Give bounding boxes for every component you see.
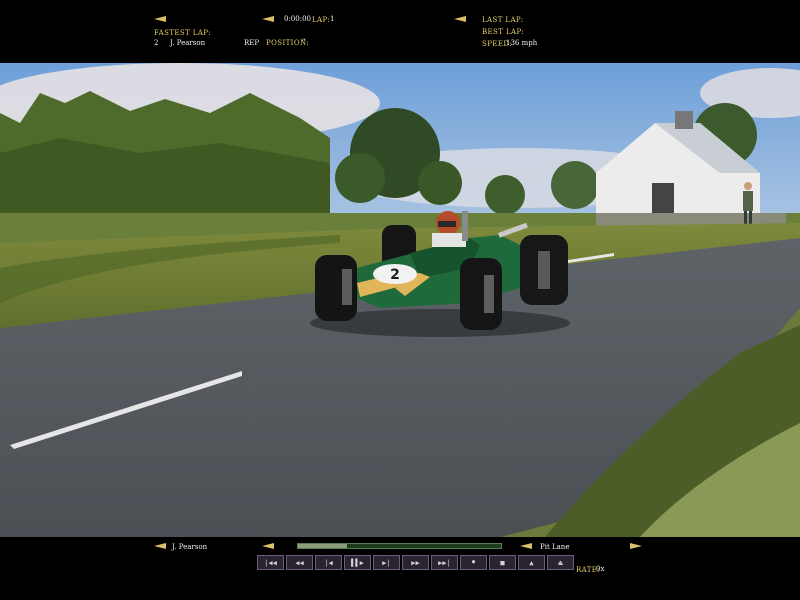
best-lap-label: Best Lap: xyxy=(482,28,525,36)
speed-value: 136 mph xyxy=(506,39,538,47)
tree xyxy=(551,161,599,209)
fastest-lap-position: 2 xyxy=(154,39,159,47)
top-hud: Fastest Lap: 2 J. Pearson 0:00:00 Lap: 1… xyxy=(0,0,800,63)
selected-driver[interactable]: J. Pearson xyxy=(172,543,207,551)
last-lap-label: Last Lap: xyxy=(482,16,524,24)
replay-progress-fill xyxy=(298,544,347,548)
play-pause-button[interactable]: ▌▌▶ xyxy=(344,555,371,570)
tree xyxy=(418,161,462,205)
lap-label: Lap: xyxy=(312,16,331,24)
scene-svg: 2 xyxy=(0,63,800,537)
skip-to-start-button[interactable]: |◀◀ xyxy=(257,555,284,570)
session-time: 0:00:00 xyxy=(284,15,311,23)
right-arrow-icon[interactable] xyxy=(630,543,642,549)
eject-button[interactable]: ⏏ xyxy=(547,555,574,570)
left-arrow-icon[interactable] xyxy=(154,16,166,22)
camera-up-button[interactable]: ▲ xyxy=(518,555,545,570)
left-arrow-icon[interactable] xyxy=(154,543,166,549)
fastest-lap-label: Fastest Lap: xyxy=(154,29,211,37)
fast-forward-button[interactable]: ▶▶ xyxy=(402,555,429,570)
left-arrow-icon[interactable] xyxy=(454,16,466,22)
camera-location[interactable]: Pit Lane xyxy=(540,543,569,551)
step-forward-button[interactable]: ▶| xyxy=(373,555,400,570)
left-arrow-icon[interactable] xyxy=(520,543,532,549)
rewind-button[interactable]: ◀◀ xyxy=(286,555,313,570)
lap-value: 1 xyxy=(330,15,335,23)
left-arrow-icon[interactable] xyxy=(262,16,274,22)
position-value: " xyxy=(302,38,306,46)
left-arrow-icon[interactable] xyxy=(262,543,274,549)
skip-to-end-button[interactable]: ▶▶| xyxy=(431,555,458,570)
rep-label: REP xyxy=(244,39,260,47)
replay-progress-bar[interactable] xyxy=(297,543,502,549)
car-number: 2 xyxy=(390,267,400,283)
record-button[interactable]: ⏺ xyxy=(460,555,487,570)
fastest-lap-driver: J. Pearson xyxy=(170,39,206,47)
tree xyxy=(335,153,385,203)
step-back-button[interactable]: |◀ xyxy=(315,555,342,570)
tree xyxy=(485,175,525,215)
rate-value: 0x xyxy=(596,565,605,573)
stop-button[interactable]: ■ xyxy=(489,555,516,570)
race-viewport[interactable]: 2 xyxy=(0,63,800,537)
